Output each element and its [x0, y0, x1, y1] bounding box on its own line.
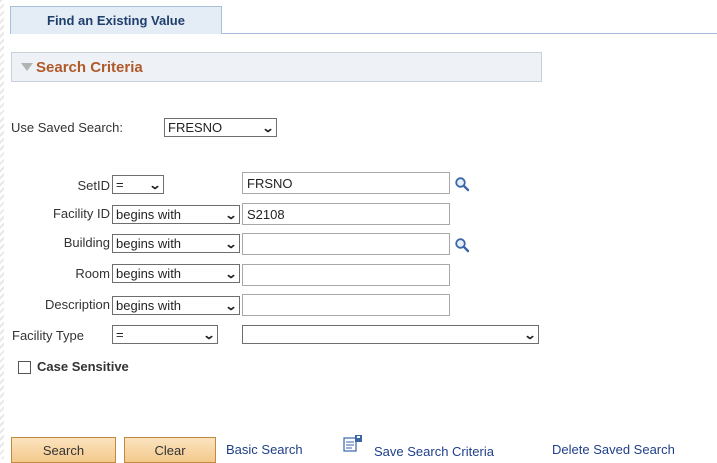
facility-id-input[interactable]: S2108 [242, 203, 450, 225]
facility-id-input-value: S2108 [247, 206, 285, 222]
delete-saved-search-link[interactable]: Delete Saved Search [552, 442, 675, 457]
search-button[interactable]: Search [11, 437, 116, 463]
clear-button[interactable]: Clear [124, 437, 216, 463]
basic-search-link[interactable]: Basic Search [226, 442, 303, 457]
description-label: Description [44, 297, 110, 312]
facility-type-value-select[interactable]: ⌄ [242, 325, 539, 344]
lookup-building-search-icon[interactable] [454, 237, 470, 253]
tab-find-existing-value[interactable]: Find an Existing Value [10, 6, 222, 34]
left-decoration [0, 0, 4, 459]
saved-search-value: FRESNO [168, 120, 223, 135]
chevron-down-icon: ⌄ [224, 298, 238, 313]
save-search-criteria-link[interactable]: Save Search Criteria [374, 444, 494, 459]
lookup-setid-search-icon[interactable] [454, 176, 470, 192]
setid-operator-value: = [116, 177, 124, 192]
facility-id-operator-select[interactable]: begins with ⌄ [112, 205, 240, 224]
building-input[interactable] [242, 233, 450, 255]
facility-id-operator-value: begins with [116, 207, 182, 222]
chevron-down-icon: ⌄ [202, 327, 216, 342]
save-search-criteria-icon[interactable] [343, 435, 363, 453]
search-button-label: Search [42, 442, 85, 458]
saved-search-label: Use Saved Search: [11, 120, 124, 135]
setid-operator-select[interactable]: = ⌄ [112, 175, 164, 194]
room-operator-select[interactable]: begins with ⌄ [112, 264, 240, 283]
chevron-down-icon: ⌄ [224, 236, 238, 251]
room-operator-value: begins with [116, 266, 182, 281]
building-label: Building [63, 235, 110, 250]
case-sensitive-label: Case Sensitive [37, 359, 129, 374]
facility-id-label: Facility ID [52, 206, 110, 221]
chevron-down-icon: ⌄ [224, 266, 238, 281]
facility-type-operator-value: = [116, 327, 124, 342]
building-operator-select[interactable]: begins with ⌄ [112, 234, 240, 253]
chevron-down-icon: ⌄ [148, 177, 162, 192]
case-sensitive-checkbox[interactable] [18, 361, 31, 374]
setid-input[interactable]: FRSNO [242, 172, 450, 194]
tab-divider [222, 33, 717, 34]
room-input[interactable] [242, 264, 450, 286]
description-operator-value: begins with [116, 298, 182, 313]
tab-label: Find an Existing Value [47, 13, 185, 28]
description-input[interactable] [242, 294, 450, 316]
building-operator-value: begins with [116, 236, 182, 251]
collapse-triangle-icon[interactable] [21, 63, 33, 71]
chevron-down-icon: ⌄ [261, 120, 275, 135]
facility-type-label: Facility Type [12, 328, 85, 343]
search-criteria-header[interactable]: Search Criteria [11, 52, 542, 82]
facility-type-operator-select[interactable]: = ⌄ [112, 325, 218, 344]
setid-label: SetID [77, 178, 110, 193]
section-title: Search Criteria [36, 58, 143, 76]
chevron-down-icon: ⌄ [523, 327, 537, 342]
chevron-down-icon: ⌄ [224, 207, 238, 222]
room-label: Room [75, 266, 110, 281]
setid-input-value: FRSNO [247, 175, 293, 191]
description-operator-select[interactable]: begins with ⌄ [112, 296, 240, 315]
clear-button-label: Clear [154, 442, 186, 458]
saved-search-select[interactable]: FRESNO ⌄ [164, 118, 277, 137]
